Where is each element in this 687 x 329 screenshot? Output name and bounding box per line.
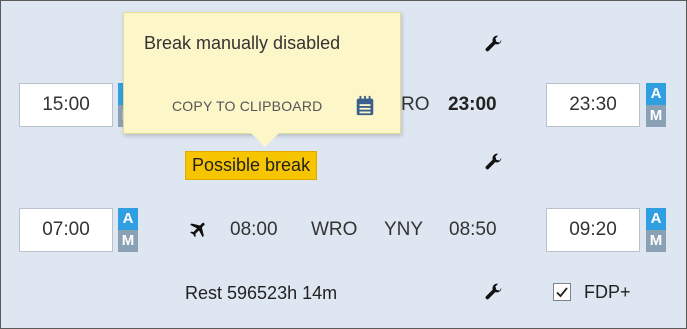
row1-departure-airport: RO: [401, 94, 430, 115]
row2-start-am-badge[interactable]: A M: [118, 208, 138, 252]
rest-duration-label: Rest 596523h 14m: [185, 283, 338, 303]
possible-break-badge[interactable]: Possible break: [185, 151, 318, 180]
row1-end-time-input[interactable]: 23:30: [546, 83, 640, 127]
row2-departure-airport: WRO: [311, 219, 358, 240]
badge-m: M: [118, 230, 138, 252]
tooltip-arrow: [251, 133, 279, 147]
clipboard-icon[interactable]: [354, 95, 376, 117]
copy-to-clipboard-link[interactable]: COPY TO CLIPBOARD: [172, 98, 322, 114]
row2-arrival-airport: YNY: [384, 219, 424, 240]
tooltip-title: Break manually disabled: [144, 33, 341, 53]
row2-arrival-time: 08:50: [449, 219, 497, 240]
fdp-plus-label: FDP+: [584, 282, 631, 302]
checkmark-icon: [556, 287, 568, 298]
row1-arrival-time: 23:00: [448, 94, 497, 115]
badge-m: M: [646, 105, 666, 127]
row2-end-time-input[interactable]: 09:20: [546, 208, 640, 252]
duty-panel: 15:00 A M RO 23:00 23:30 A M Possible br…: [0, 0, 687, 329]
row1-start-time-input[interactable]: 15:00: [19, 83, 113, 127]
row2-start-time-input[interactable]: 07:00: [19, 208, 113, 252]
badge-a: A: [646, 83, 666, 105]
badge-m: M: [646, 230, 666, 252]
row2-end-am-badge[interactable]: A M: [646, 208, 666, 252]
wrench-icon[interactable]: [483, 281, 505, 303]
row1-end-am-badge[interactable]: A M: [646, 83, 666, 127]
row2-departure-time: 08:00: [230, 219, 278, 240]
wrench-icon[interactable]: [483, 151, 505, 173]
wrench-icon[interactable]: [483, 33, 505, 55]
fdp-plus-checkbox[interactable]: [553, 283, 571, 301]
badge-a: A: [646, 208, 666, 230]
badge-a: A: [118, 208, 138, 230]
break-tooltip: Break manually disabled COPY TO CLIPBOAR…: [123, 12, 401, 134]
airplane-icon: [190, 222, 205, 238]
